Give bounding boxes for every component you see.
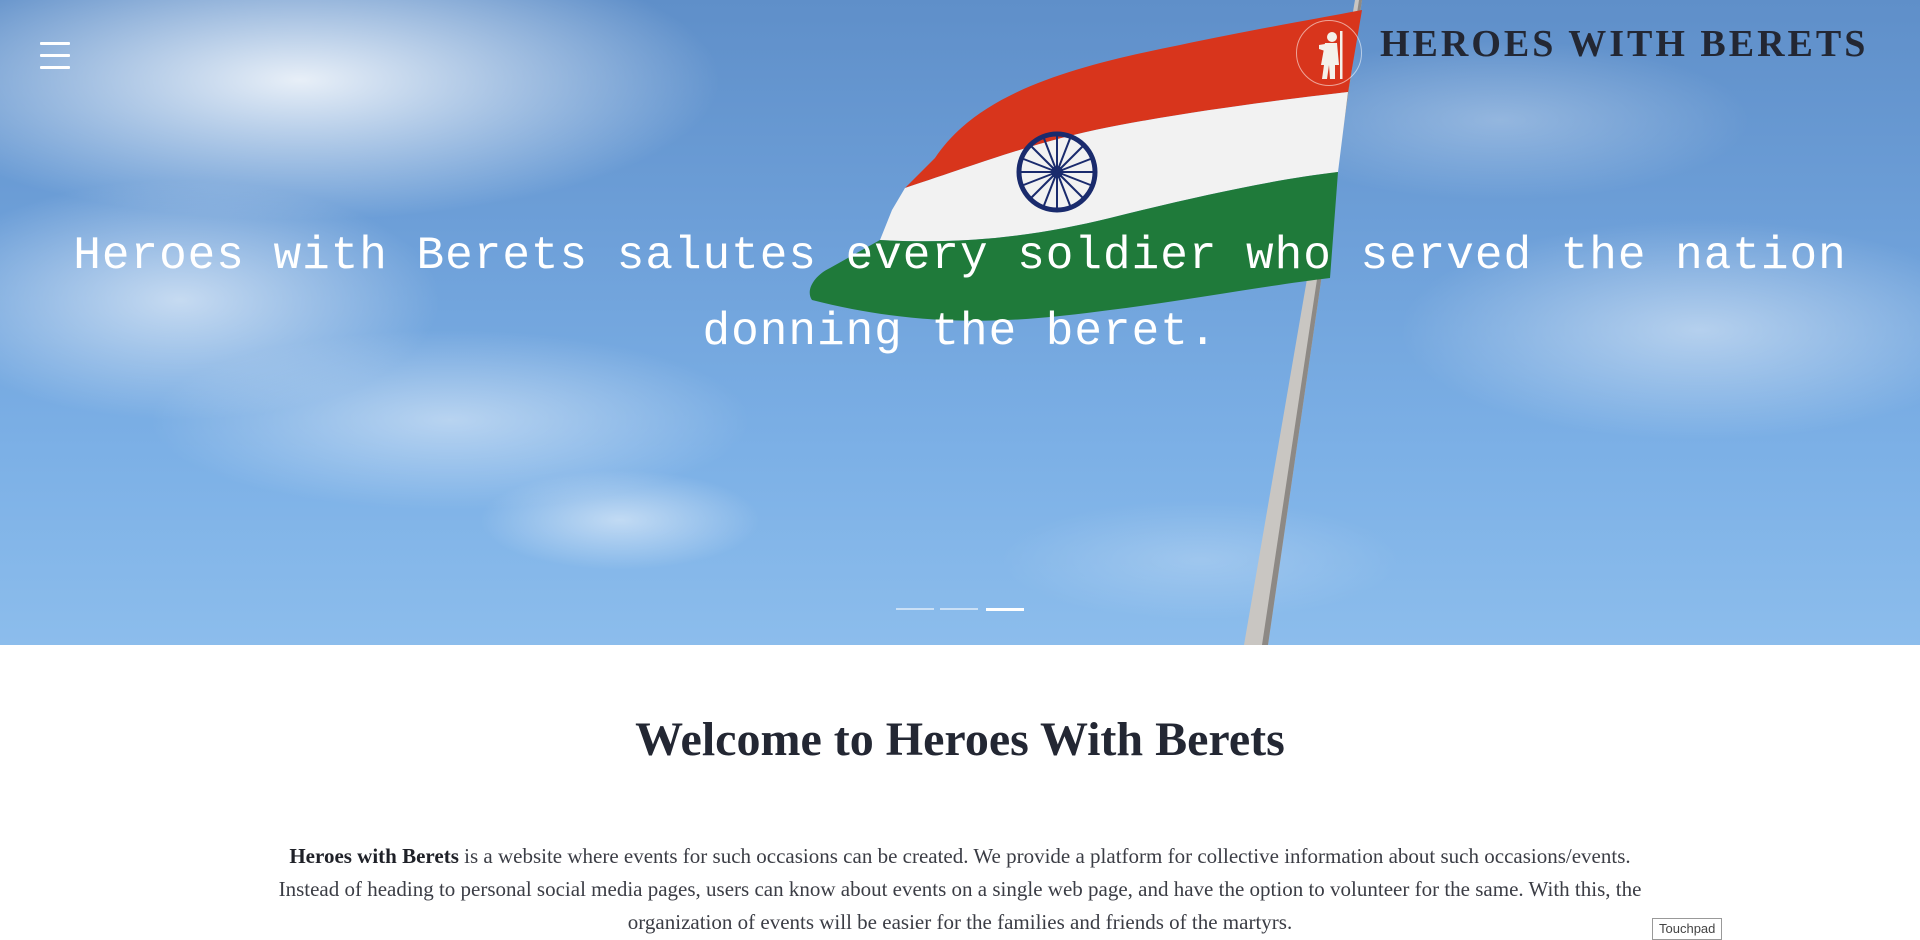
- touchpad-badge: Touchpad: [1652, 918, 1723, 940]
- carousel-indicators: [896, 608, 1026, 614]
- hero-caption: Heroes with Berets salutes every soldier…: [73, 230, 1847, 358]
- brand-title[interactable]: HEROES WITH BERETS: [1380, 22, 1900, 66]
- carousel-indicator-1[interactable]: [896, 608, 934, 610]
- hero-carousel: HEROES WITH BERETS Heroes with Berets sa…: [0, 0, 1920, 645]
- intro-bold-name: Heroes with Berets: [289, 844, 459, 868]
- carousel-indicator-3[interactable]: [986, 608, 1024, 611]
- intro-text: is a website where events for such occas…: [278, 844, 1642, 934]
- intro-paragraph: Heroes with Berets is a website where ev…: [260, 840, 1660, 939]
- carousel-indicator-2[interactable]: [940, 608, 978, 610]
- hamburger-menu-icon[interactable]: [40, 38, 70, 74]
- welcome-heading: Welcome to Heroes With Berets: [635, 713, 1285, 766]
- soldier-salute-logo-icon[interactable]: [1296, 20, 1362, 86]
